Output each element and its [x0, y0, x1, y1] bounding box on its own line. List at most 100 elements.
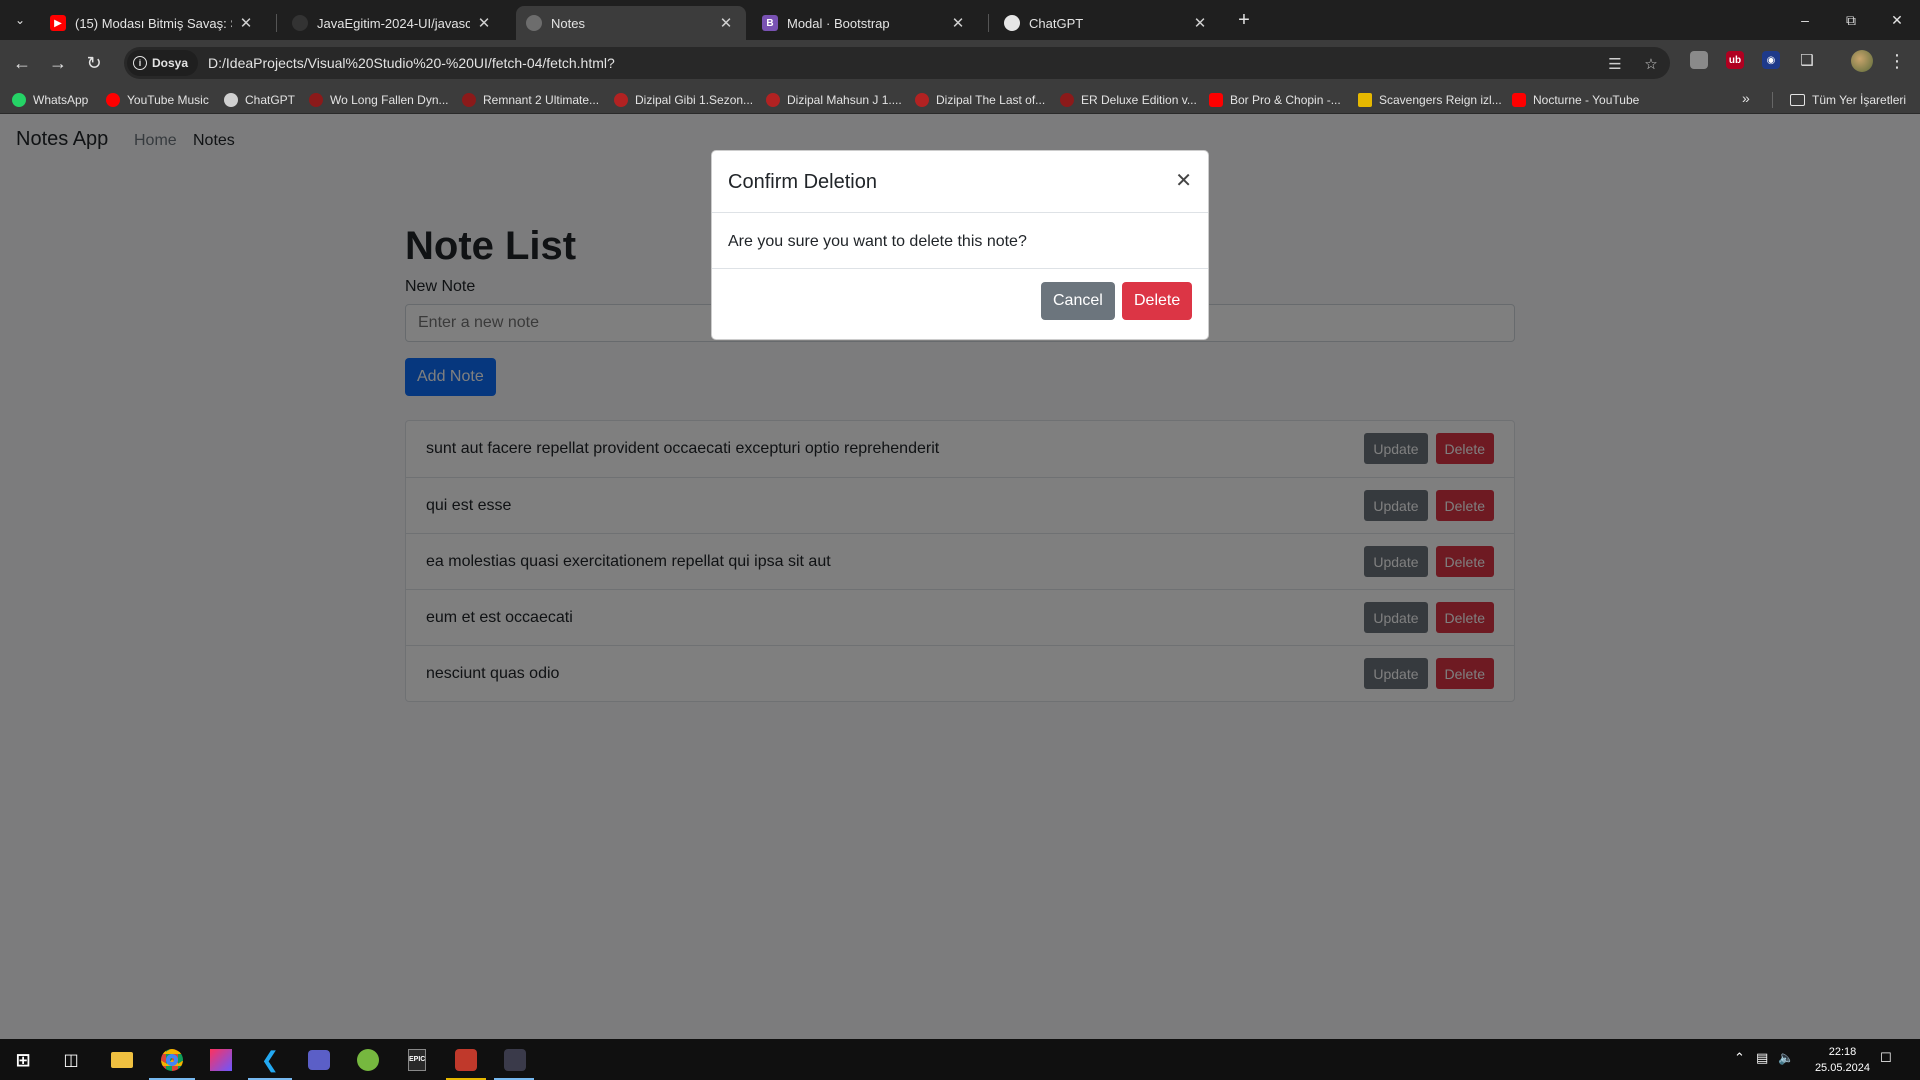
extension-icon[interactable]: ◉ [1762, 51, 1780, 69]
file-explorer-icon[interactable] [107, 1045, 137, 1075]
bookmark-item[interactable]: WhatsApp [12, 91, 88, 109]
tray-overflow-icon[interactable]: ⌃ [1734, 1050, 1745, 1066]
bookmark-item[interactable]: Wo Long Fallen Dyn... [309, 91, 449, 109]
bookmark-label: Dizipal The Last of... [936, 93, 1046, 107]
ublock-icon[interactable]: ub [1726, 51, 1744, 69]
tab-notes[interactable]: Notes ✕ [516, 6, 746, 40]
cancel-button[interactable]: Cancel [1041, 282, 1115, 320]
volume-icon[interactable]: 🔈 [1778, 1050, 1794, 1066]
close-tab-icon[interactable]: ✕ [718, 14, 734, 32]
new-tab-icon[interactable]: + [1232, 8, 1256, 32]
tab-title: (15) Modası Bitmiş Savaş: SURV [75, 15, 232, 31]
bookmark-item[interactable]: ChatGPT [224, 91, 295, 109]
modal-title: Confirm Deletion [728, 171, 877, 193]
tab-bootstrap[interactable]: B Modal · Bootstrap ✕ [752, 6, 978, 40]
confirm-delete-button[interactable]: Delete [1122, 282, 1193, 320]
site-icon [462, 93, 476, 107]
site-info-chip[interactable]: i Dosya [127, 50, 199, 76]
bookmark-item[interactable]: Dizipal Mahsun J 1.... [766, 91, 902, 109]
bookmark-item[interactable]: Bor Pro & Chopin -... [1209, 91, 1341, 109]
confirm-delete-modal: Confirm Deletion ✕ Are you sure you want… [711, 150, 1209, 340]
bootstrap-icon: B [762, 15, 778, 31]
teams-icon[interactable] [304, 1045, 334, 1075]
bookmark-label: Bor Pro & Chopin -... [1230, 93, 1341, 107]
modal-footer: Cancel Delete [712, 269, 1208, 339]
back-icon[interactable]: ← [10, 51, 34, 75]
site-icon [309, 93, 323, 107]
youtube-icon: ▶ [50, 15, 66, 31]
youtube-icon [1209, 93, 1223, 107]
chatgpt-icon [1004, 15, 1020, 31]
start-icon[interactable]: ⊞ [8, 1045, 38, 1075]
extension-icon[interactable] [1690, 51, 1708, 69]
bookmark-item[interactable]: Remnant 2 Ultimate... [462, 91, 599, 109]
site-icon [1060, 93, 1074, 107]
intellij-icon[interactable] [206, 1045, 236, 1075]
notifications-icon[interactable]: ☐ [1880, 1050, 1892, 1066]
github-icon [292, 15, 308, 31]
site-icon [614, 93, 628, 107]
game-icon[interactable] [451, 1045, 481, 1075]
tab-github[interactable]: JavaEgitim-2024-UI/javascript/f ✕ [282, 6, 504, 40]
bookmark-item[interactable]: Dizipal The Last of... [915, 91, 1045, 109]
modal-header: Confirm Deletion ✕ [712, 151, 1208, 213]
browser-toolbar: ← → ↻ i Dosya D:/IdeaProjects/Visual%20S… [0, 40, 1920, 86]
epic-games-icon[interactable]: EPIC [402, 1045, 432, 1075]
network-icon[interactable]: ▤ [1756, 1050, 1768, 1066]
youtube-icon [1512, 93, 1526, 107]
task-view-icon[interactable]: ◫ [56, 1045, 86, 1075]
tab-search-icon[interactable]: ⌄ [8, 8, 32, 32]
url-text[interactable]: D:/IdeaProjects/Visual%20Studio%20-%20UI… [208, 55, 615, 71]
vscode-icon[interactable]: ❮ [255, 1045, 285, 1075]
tab-youtube[interactable]: ▶ (15) Modası Bitmiş Savaş: SURV ✕ [40, 6, 266, 40]
reload-icon[interactable]: ↻ [82, 51, 106, 75]
profile-avatar[interactable] [1851, 50, 1873, 72]
system-clock[interactable]: 22:18 25.05.2024 [1815, 1044, 1870, 1076]
close-icon[interactable]: ✕ [1175, 170, 1192, 192]
tab-title: JavaEgitim-2024-UI/javascript/f [317, 15, 470, 31]
utorrent-icon[interactable] [353, 1045, 383, 1075]
bookmark-label: WhatsApp [33, 93, 89, 107]
page-viewport: Notes App Home Notes Note List New Note … [0, 114, 1920, 1039]
bookmark-item[interactable]: YouTube Music [106, 91, 209, 109]
close-tab-icon[interactable]: ✕ [950, 14, 966, 32]
menu-kebab-icon[interactable]: ⋮ [1888, 50, 1906, 72]
all-bookmarks-folder[interactable]: Tüm Yer İşaretleri [1790, 91, 1906, 109]
bookmark-label: ChatGPT [245, 93, 296, 107]
forward-icon[interactable]: → [46, 51, 70, 75]
clock-time: 22:18 [1828, 1046, 1857, 1058]
close-tab-icon[interactable]: ✕ [1192, 14, 1208, 32]
bookmark-label: Wo Long Fallen Dyn... [330, 93, 449, 107]
bookmark-label: Remnant 2 Ultimate... [483, 93, 600, 107]
bookmark-item[interactable]: Dizipal Gibi 1.Sezon... [614, 91, 753, 109]
modal-message: Are you sure you want to delete this not… [728, 233, 1027, 250]
bookmark-item[interactable]: Scavengers Reign izl... [1358, 91, 1502, 109]
app-icon[interactable] [500, 1045, 530, 1075]
site-icon [1358, 93, 1372, 107]
tab-title: Notes [551, 15, 585, 31]
folder-icon [1790, 94, 1805, 106]
tab-chatgpt[interactable]: ChatGPT ✕ [994, 6, 1220, 40]
bookmark-label: Dizipal Gibi 1.Sezon... [635, 93, 754, 107]
bookmark-label: Nocturne - YouTube [1533, 93, 1640, 107]
bookmark-label: YouTube Music [127, 93, 209, 107]
translate-icon[interactable]: ☰ [1606, 55, 1624, 73]
close-tab-icon[interactable]: ✕ [476, 14, 492, 32]
whatsapp-icon [12, 93, 26, 107]
minimize-icon[interactable]: – [1782, 0, 1828, 40]
site-icon [766, 93, 780, 107]
site-icon [915, 93, 929, 107]
address-bar[interactable]: i Dosya D:/IdeaProjects/Visual%20Studio%… [124, 47, 1670, 79]
chrome-icon[interactable] [157, 1045, 187, 1075]
close-tab-icon[interactable]: ✕ [238, 14, 254, 32]
extensions-puzzle-icon[interactable]: ❑ [1798, 51, 1816, 69]
info-icon: i [133, 56, 147, 70]
windows-taskbar: ⊞ ◫ ❮ EPIC ⌃ ▤ 🔈 22:18 25.05.2024 ☐ [0, 1039, 1920, 1080]
bookmark-star-icon[interactable]: ☆ [1642, 55, 1660, 73]
bookmarks-overflow-icon[interactable]: » [1742, 90, 1750, 106]
bookmark-item[interactable]: ER Deluxe Edition v... [1060, 91, 1197, 109]
bookmark-item[interactable]: Nocturne - YouTube [1512, 91, 1639, 109]
restore-icon[interactable]: ⧉ [1828, 0, 1874, 40]
clock-date: 25.05.2024 [1814, 1062, 1870, 1074]
close-window-icon[interactable]: ✕ [1874, 0, 1920, 40]
